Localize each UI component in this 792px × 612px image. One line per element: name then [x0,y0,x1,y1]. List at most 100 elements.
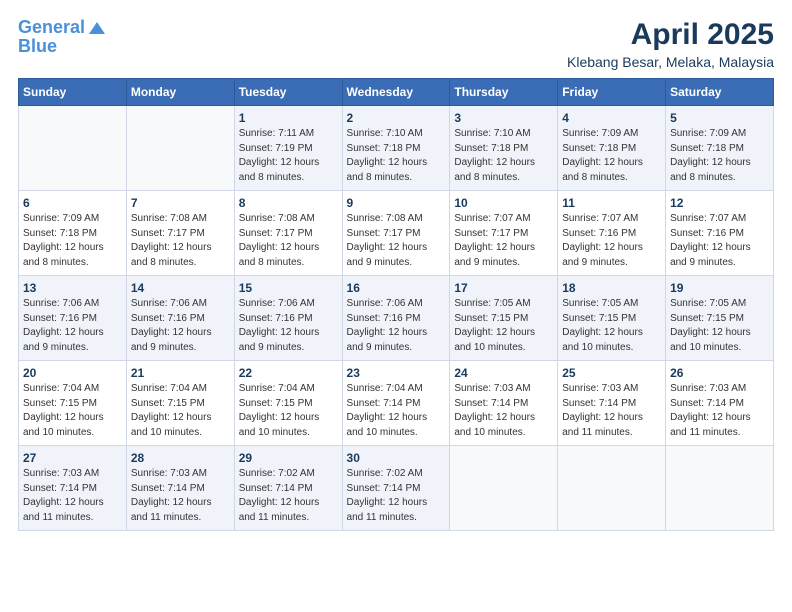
day-number: 5 [670,111,769,125]
calendar-table: Sunday Monday Tuesday Wednesday Thursday… [18,78,774,531]
day-info: Sunrise: 7:03 AMSunset: 7:14 PMDaylight:… [23,468,104,523]
calendar-cell: 15 Sunrise: 7:06 AMSunset: 7:16 PMDayligh… [234,276,342,361]
day-number: 25 [562,366,661,380]
calendar-cell: 18Sunrise: 7:05 AMSunset: 7:15 PMDayligh… [558,276,666,361]
calendar-cell: 28Sunrise: 7:03 AMSunset: 7:14 PMDayligh… [126,446,234,531]
calendar-cell: 19 Sunrise: 7:05 AMSunset: 7:15 PMDayligh… [666,276,774,361]
calendar-cell: 1 Sunrise: 7:11 AMSunset: 7:19 PMDaylight… [234,106,342,191]
calendar-cell: 13 Sunrise: 7:06 AMSunset: 7:16 PMDayligh… [19,276,127,361]
logo-text: General [18,18,107,38]
day-info: Sunrise: 7:10 AMSunset: 7:18 PMDaylight:… [347,128,428,183]
day-number: 29 [239,451,338,465]
logo-blue: Blue [18,36,107,57]
day-info: Sunrise: 7:07 AMSunset: 7:17 PMDaylight:… [454,213,535,268]
day-info: Sunrise: 7:03 AMSunset: 7:14 PMDaylight:… [454,383,535,438]
day-info: Sunrise: 7:06 AMSunset: 7:16 PMDaylight:… [239,298,320,353]
day-info: Sunrise: 7:08 AMSunset: 7:17 PMDaylight:… [347,213,428,268]
col-monday: Monday [126,79,234,106]
day-number: 22 [239,366,338,380]
day-info: Sunrise: 7:04 AMSunset: 7:14 PMDaylight:… [347,383,428,438]
day-number: 23 [347,366,446,380]
day-number: 15 [239,281,338,295]
calendar-cell: 7Sunrise: 7:08 AMSunset: 7:17 PMDaylight… [126,191,234,276]
calendar-cell: 29 Sunrise: 7:02 AMSunset: 7:14 PMDayligh… [234,446,342,531]
day-number: 9 [347,196,446,210]
day-info: Sunrise: 7:06 AMSunset: 7:16 PMDaylight:… [23,298,104,353]
page: General Blue April 2025 Klebang Besar, M… [0,0,792,612]
day-info: Sunrise: 7:09 AMSunset: 7:18 PMDaylight:… [670,128,751,183]
day-info: Sunrise: 7:10 AMSunset: 7:18 PMDaylight:… [454,128,535,183]
day-info: Sunrise: 7:06 AMSunset: 7:16 PMDaylight:… [347,298,428,353]
day-info: Sunrise: 7:04 AMSunset: 7:15 PMDaylight:… [239,383,320,438]
calendar-week-2: 13 Sunrise: 7:06 AMSunset: 7:16 PMDayligh… [19,276,774,361]
calendar-cell: 8Sunrise: 7:08 AMSunset: 7:17 PMDaylight… [234,191,342,276]
calendar-week-3: 20 Sunrise: 7:04 AMSunset: 7:15 PMDayligh… [19,361,774,446]
calendar-cell: 16Sunrise: 7:06 AMSunset: 7:16 PMDayligh… [342,276,450,361]
calendar-cell: 9 Sunrise: 7:08 AMSunset: 7:17 PMDaylight… [342,191,450,276]
day-number: 21 [131,366,230,380]
subtitle: Klebang Besar, Melaka, Malaysia [567,54,774,70]
day-number: 1 [239,111,338,125]
day-info: Sunrise: 7:03 AMSunset: 7:14 PMDaylight:… [670,383,751,438]
day-number: 30 [347,451,446,465]
calendar-cell: 24 Sunrise: 7:03 AMSunset: 7:14 PMDayligh… [450,361,558,446]
day-info: Sunrise: 7:03 AMSunset: 7:14 PMDaylight:… [562,383,643,438]
calendar-cell [666,446,774,531]
day-number: 18 [562,281,661,295]
day-info: Sunrise: 7:07 AMSunset: 7:16 PMDaylight:… [670,213,751,268]
day-number: 26 [670,366,769,380]
day-number: 8 [239,196,338,210]
day-info: Sunrise: 7:06 AMSunset: 7:16 PMDaylight:… [131,298,212,353]
calendar-cell [450,446,558,531]
day-number: 28 [131,451,230,465]
col-thursday: Thursday [450,79,558,106]
logo-icon [87,20,107,36]
day-number: 6 [23,196,122,210]
day-number: 27 [23,451,122,465]
day-info: Sunrise: 7:07 AMSunset: 7:16 PMDaylight:… [562,213,643,268]
header-row: Sunday Monday Tuesday Wednesday Thursday… [19,79,774,106]
calendar-cell [19,106,127,191]
day-info: Sunrise: 7:09 AMSunset: 7:18 PMDaylight:… [23,213,104,268]
calendar-cell: 27 Sunrise: 7:03 AMSunset: 7:14 PMDayligh… [19,446,127,531]
calendar-cell: 26 Sunrise: 7:03 AMSunset: 7:14 PMDayligh… [666,361,774,446]
col-sunday: Sunday [19,79,127,106]
day-info: Sunrise: 7:02 AMSunset: 7:14 PMDaylight:… [239,468,320,523]
day-number: 24 [454,366,553,380]
calendar-cell [126,106,234,191]
day-info: Sunrise: 7:05 AMSunset: 7:15 PMDaylight:… [670,298,751,353]
calendar-cell: 25 Sunrise: 7:03 AMSunset: 7:14 PMDayligh… [558,361,666,446]
calendar-week-0: 1 Sunrise: 7:11 AMSunset: 7:19 PMDaylight… [19,106,774,191]
calendar-week-4: 27 Sunrise: 7:03 AMSunset: 7:14 PMDayligh… [19,446,774,531]
day-number: 14 [131,281,230,295]
col-saturday: Saturday [666,79,774,106]
day-number: 20 [23,366,122,380]
day-number: 11 [562,196,661,210]
calendar-cell: 11 Sunrise: 7:07 AMSunset: 7:16 PMDayligh… [558,191,666,276]
day-number: 13 [23,281,122,295]
day-number: 4 [562,111,661,125]
col-friday: Friday [558,79,666,106]
day-number: 2 [347,111,446,125]
calendar-cell: 20 Sunrise: 7:04 AMSunset: 7:15 PMDayligh… [19,361,127,446]
logo: General Blue [18,18,107,57]
col-tuesday: Tuesday [234,79,342,106]
calendar-cell: 23 Sunrise: 7:04 AMSunset: 7:14 PMDayligh… [342,361,450,446]
calendar-cell: 17 Sunrise: 7:05 AMSunset: 7:15 PMDayligh… [450,276,558,361]
calendar-cell: 30Sunrise: 7:02 AMSunset: 7:14 PMDayligh… [342,446,450,531]
calendar-week-1: 6 Sunrise: 7:09 AMSunset: 7:18 PMDaylight… [19,191,774,276]
calendar-cell: 4 Sunrise: 7:09 AMSunset: 7:18 PMDaylight… [558,106,666,191]
day-number: 19 [670,281,769,295]
day-number: 17 [454,281,553,295]
calendar-cell: 3 Sunrise: 7:10 AMSunset: 7:18 PMDaylight… [450,106,558,191]
calendar-cell: 5 Sunrise: 7:09 AMSunset: 7:18 PMDaylight… [666,106,774,191]
day-info: Sunrise: 7:09 AMSunset: 7:18 PMDaylight:… [562,128,643,183]
day-info: Sunrise: 7:04 AMSunset: 7:15 PMDaylight:… [131,383,212,438]
col-wednesday: Wednesday [342,79,450,106]
day-info: Sunrise: 7:11 AMSunset: 7:19 PMDaylight:… [239,128,320,183]
calendar-cell: 6 Sunrise: 7:09 AMSunset: 7:18 PMDaylight… [19,191,127,276]
day-number: 3 [454,111,553,125]
main-title: April 2025 [567,18,774,52]
day-info: Sunrise: 7:04 AMSunset: 7:15 PMDaylight:… [23,383,104,438]
day-info: Sunrise: 7:05 AMSunset: 7:15 PMDaylight:… [454,298,535,353]
